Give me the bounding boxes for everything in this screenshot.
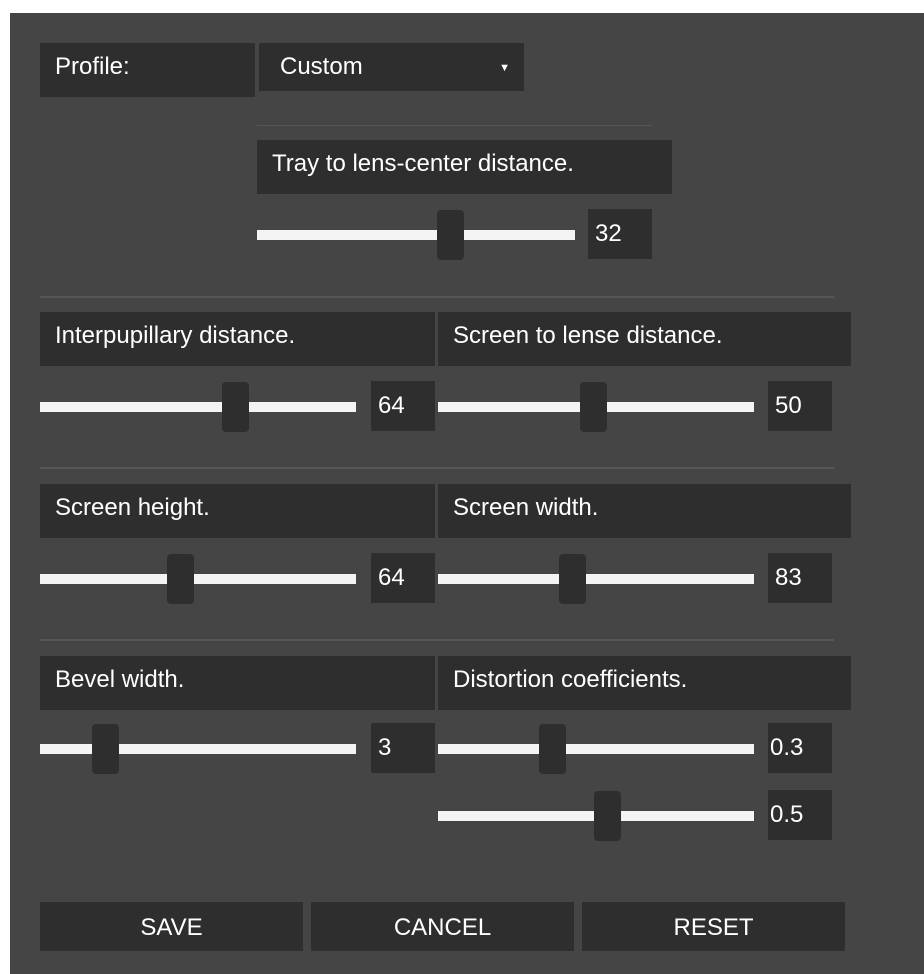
divider (40, 639, 834, 641)
bevel-width-value[interactable]: 3 (371, 723, 435, 773)
slider-thumb[interactable] (92, 724, 119, 774)
slider-thumb[interactable] (222, 382, 249, 432)
distortion-k2-slider[interactable] (438, 791, 754, 841)
distortion-k1-slider[interactable] (438, 724, 754, 774)
interpupillary-label: Interpupillary distance. (40, 312, 435, 366)
tray-distance-slider[interactable] (257, 210, 575, 260)
distortion-k1-value[interactable]: 0.3 (768, 723, 832, 773)
reset-button[interactable]: RESET (582, 902, 845, 951)
tray-distance-value[interactable]: 32 (588, 209, 652, 259)
distortion-label: Distortion coefficients. (438, 656, 851, 710)
interpupillary-slider[interactable] (40, 382, 356, 432)
screen-width-slider[interactable] (438, 554, 754, 604)
screen-lens-label: Screen to lense distance. (438, 312, 851, 366)
screen-height-value[interactable]: 64 (371, 553, 435, 603)
cancel-button[interactable]: CANCEL (311, 902, 574, 951)
divider (257, 125, 652, 126)
profile-select-value: Custom (280, 53, 363, 80)
screen-height-slider[interactable] (40, 554, 356, 604)
slider-thumb[interactable] (594, 791, 621, 841)
screen-lens-slider[interactable] (438, 382, 754, 432)
chevron-down-icon: ▼ (499, 62, 510, 74)
slider-thumb[interactable] (167, 554, 194, 604)
slider-thumb[interactable] (437, 210, 464, 260)
slider-thumb[interactable] (580, 382, 607, 432)
interpupillary-value[interactable]: 64 (371, 381, 435, 431)
slider-thumb[interactable] (539, 724, 566, 774)
screen-lens-value[interactable]: 50 (768, 381, 832, 431)
divider (40, 296, 834, 298)
distortion-k2-value[interactable]: 0.5 (768, 790, 832, 840)
slider-thumb[interactable] (559, 554, 586, 604)
profile-label: Profile: (40, 43, 255, 97)
tray-distance-label: Tray to lens-center distance. (257, 140, 672, 194)
divider (40, 467, 834, 469)
save-button[interactable]: SAVE (40, 902, 303, 951)
bevel-width-slider[interactable] (40, 724, 356, 774)
bevel-width-label: Bevel width. (40, 656, 435, 710)
screen-height-label: Screen height. (40, 484, 435, 538)
profile-select[interactable]: Custom ▼ (259, 43, 524, 91)
screen-width-value[interactable]: 83 (768, 553, 832, 603)
screen-width-label: Screen width. (438, 484, 851, 538)
